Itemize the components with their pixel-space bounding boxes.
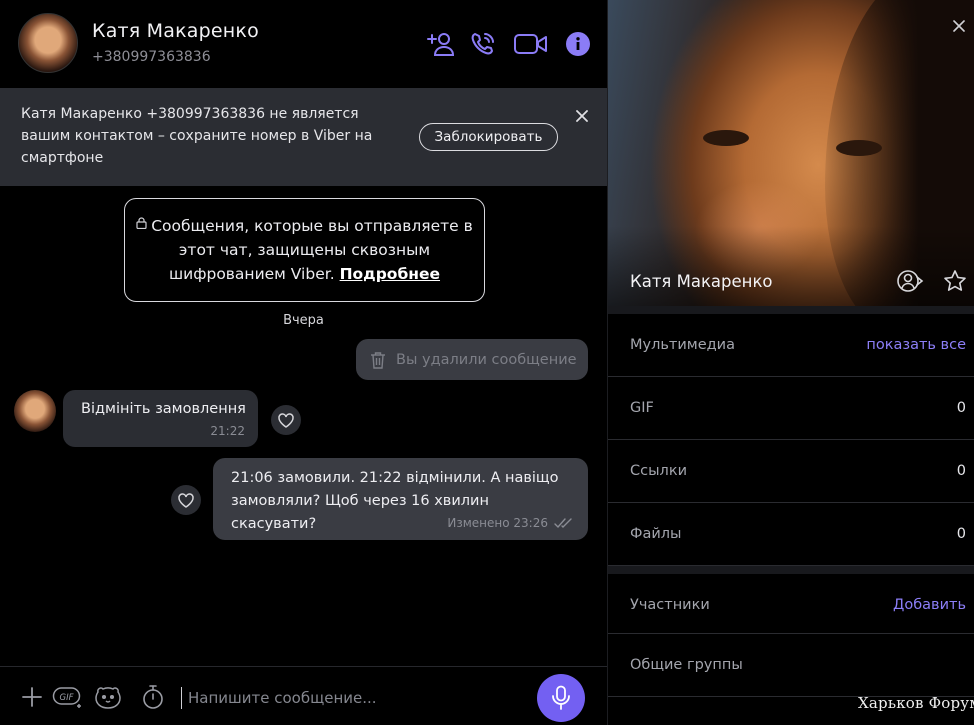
files-count: 0: [956, 526, 966, 542]
panel-contact-name: Катя Макаренко: [630, 272, 773, 291]
outgoing-message-bubble[interactable]: 21:06 замовили. 21:22 відмінили. А навіщ…: [213, 458, 588, 540]
deleted-message-bubble[interactable]: Вы удалили сообщение: [356, 339, 588, 380]
star-icon[interactable]: [941, 268, 969, 294]
files-row[interactable]: Файлы 0: [608, 503, 974, 566]
add-contact-icon[interactable]: [425, 28, 457, 60]
sticker-icon[interactable]: [94, 683, 122, 711]
video-call-icon[interactable]: [512, 28, 550, 60]
links-label: Ссылки: [630, 463, 687, 479]
lock-icon: [136, 217, 147, 229]
files-label: Файлы: [630, 526, 682, 542]
like-heart-icon[interactable]: [171, 485, 201, 515]
media-row[interactable]: Мультимедиа показать все: [608, 314, 974, 377]
contact-name: Катя Макаренко: [92, 20, 259, 42]
gif-label: GIF: [630, 400, 654, 416]
timer-icon[interactable]: [140, 683, 166, 711]
block-button[interactable]: Заблокировать: [419, 123, 558, 151]
plus-icon[interactable]: [20, 683, 44, 711]
edited-time: Изменено 23:26: [447, 516, 548, 530]
show-all-link[interactable]: показать все: [866, 337, 966, 353]
deleted-message-text: Вы удалили сообщение: [396, 351, 577, 368]
common-groups-label: Общие группы: [630, 657, 743, 673]
contact-avatar[interactable]: [18, 13, 78, 73]
message-input[interactable]: [188, 685, 518, 711]
participants-row[interactable]: Участники Добавить: [608, 574, 974, 634]
close-icon[interactable]: [573, 107, 591, 125]
contact-phone: +380997363836: [92, 49, 211, 65]
incoming-message-bubble[interactable]: Відмініть замовлення 21:22: [63, 390, 258, 447]
chat-pane: Катя Макаренко +380997363836 Катя Макаре…: [0, 0, 607, 725]
call-icon[interactable]: [467, 28, 499, 60]
microphone-icon[interactable]: [537, 674, 585, 722]
banner-text: Катя Макаренко +380997363836 не является…: [21, 106, 373, 166]
double-check-icon: [554, 517, 572, 528]
watermark: Харьков Форум: [858, 694, 974, 712]
media-label: Мультимедиа: [630, 337, 735, 353]
svg-text:GIF: GIF: [60, 693, 74, 703]
text-caret: [181, 687, 182, 709]
message-composer: GIF: [0, 666, 607, 725]
day-separator: Вчера: [283, 313, 324, 328]
incoming-message-text: Відмініть замовлення: [81, 401, 246, 417]
gif-count: 0: [956, 400, 966, 416]
outgoing-message-meta: Изменено 23:26: [447, 516, 574, 530]
encryption-notice: Сообщения, которые вы отправляете в этот…: [124, 198, 485, 302]
like-heart-icon[interactable]: [271, 405, 301, 435]
common-groups-row[interactable]: Общие группы: [608, 634, 974, 697]
not-in-contacts-banner: Катя Макаренко +380997363836 не является…: [0, 88, 607, 186]
gif-row[interactable]: GIF 0: [608, 377, 974, 440]
participants-label: Участники: [630, 597, 710, 613]
contact-info-panel: Катя Макаренко Мультимедиа показать все …: [607, 0, 974, 725]
links-count: 0: [956, 463, 966, 479]
close-panel-icon[interactable]: [951, 18, 967, 34]
trash-icon: [371, 351, 385, 369]
share-contact-icon[interactable]: [897, 268, 925, 294]
incoming-message-time: 21:22: [210, 424, 245, 438]
info-icon[interactable]: [562, 28, 594, 60]
links-row[interactable]: Ссылки 0: [608, 440, 974, 503]
chat-header: Катя Макаренко +380997363836: [0, 0, 607, 88]
contact-photo: [608, 0, 974, 306]
sender-avatar[interactable]: [14, 390, 56, 432]
add-participant-link[interactable]: Добавить: [893, 597, 966, 613]
gif-icon[interactable]: GIF: [52, 683, 84, 711]
learn-more-link[interactable]: Подробнее: [340, 265, 440, 283]
